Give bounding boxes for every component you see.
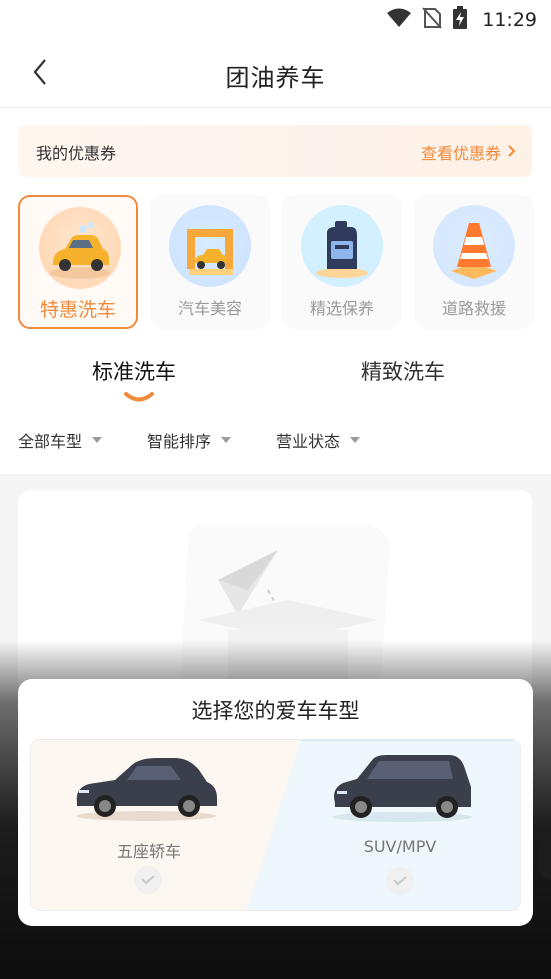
service-categories: 特惠洗车 汽车美容 精选保养 道路救援 (18, 195, 534, 331)
traffic-cone-icon (433, 205, 515, 287)
sedan-icon (71, 754, 221, 828)
tab-standard-wash[interactable]: 标准洗车 (92, 356, 176, 386)
status-time: 11:29 (482, 9, 537, 31)
filter-label: 全部车型 (18, 432, 83, 451)
filter-business-status[interactable]: 营业状态 (276, 428, 361, 452)
service-label: 道路救援 (441, 299, 506, 318)
caret-down-icon (92, 437, 103, 443)
car-wash-icon (39, 207, 121, 289)
service-maintenance[interactable]: 精选保养 (282, 195, 402, 329)
car-type-sheet: 选择您的爱车车型 五座轿车 SUV/MPV (18, 679, 533, 926)
service-car-beauty[interactable]: 汽车美容 (150, 195, 270, 329)
view-coupons-link[interactable]: 查看优惠券 (421, 140, 516, 164)
service-label: 精选保养 (309, 299, 374, 318)
filter-sort[interactable]: 智能排序 (147, 428, 232, 452)
caret-down-icon (221, 437, 232, 443)
sheet-title: 选择您的爱车车型 (191, 699, 360, 723)
option-label: SUV/MPV (363, 837, 437, 856)
filter-bar: 全部车型 智能排序 营业状态 (0, 420, 551, 460)
floating-handle[interactable] (539, 830, 551, 880)
option-label: 五座轿车 (116, 842, 181, 861)
filter-car-type[interactable]: 全部车型 (18, 428, 103, 452)
coupon-bar[interactable]: 我的优惠券 查看优惠券 (18, 125, 532, 177)
coupon-title: 我的优惠券 (36, 144, 117, 163)
tab-indicator (123, 388, 155, 407)
oil-bottle-icon (301, 205, 383, 287)
status-icons: 11:29 (386, 6, 537, 34)
service-road-rescue[interactable]: 道路救援 (414, 195, 534, 329)
tab-premium-wash[interactable]: 精致洗车 (361, 356, 445, 386)
service-label: 特惠洗车 (39, 299, 116, 321)
app-header: 团油养车 (0, 40, 551, 108)
car-type-options: 五座轿车 SUV/MPV (30, 739, 521, 911)
battery-charging-icon (452, 6, 468, 34)
suv-icon (327, 751, 477, 829)
filter-label: 营业状态 (276, 432, 341, 451)
page-title: 团油养车 (225, 64, 326, 92)
car-beauty-icon (169, 205, 251, 287)
no-sim-icon (422, 7, 442, 33)
chevron-right-icon (507, 143, 516, 162)
filter-label: 智能排序 (147, 432, 212, 451)
service-car-wash[interactable]: 特惠洗车 (18, 195, 138, 329)
view-coupons-label: 查看优惠券 (420, 144, 501, 163)
status-bar: 11:29 (0, 0, 551, 40)
check-icon[interactable] (134, 866, 162, 894)
service-label: 汽车美容 (177, 299, 242, 318)
wifi-icon (386, 7, 412, 33)
check-icon[interactable] (386, 867, 414, 895)
caret-down-icon (350, 437, 361, 443)
wash-type-tabs: 标准洗车 精致洗车 (0, 350, 551, 404)
